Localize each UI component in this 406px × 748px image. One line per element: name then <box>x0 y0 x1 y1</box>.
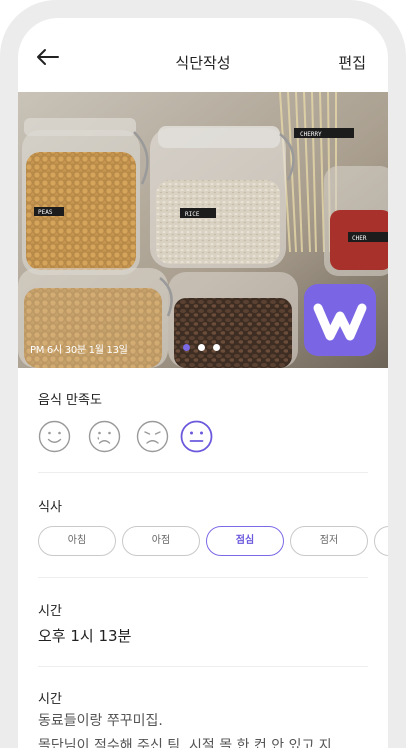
meal-options: 아침 아점 점심 점저 <box>38 526 388 556</box>
phone-frame: 식단작성 편집 PEAS RICE CHERRY CHER PM 6시 30분 … <box>0 0 406 748</box>
w-logo-icon <box>313 303 367 341</box>
meal-photo[interactable]: PEAS RICE CHERRY CHER PM 6시 30분 1월 13일 <box>18 92 388 368</box>
page-title: 식단작성 <box>175 54 231 72</box>
memo-section: 시간 동료들이랑 쭈꾸미집. 몰단님이 적수해 주신 팀. 시절 몰 한 컨 안… <box>38 688 368 748</box>
meal-option-more[interactable] <box>374 526 388 556</box>
divider <box>38 666 368 667</box>
satisfaction-label: 음식 만족도 <box>38 393 102 408</box>
smile-face-icon[interactable] <box>38 420 71 453</box>
memo-line[interactable]: 몰단님이 적수해 주신 팀. 시절 몰 한 컨 안 있고 지 <box>38 736 368 748</box>
meal-section: 식사 <box>38 496 368 515</box>
top-nav: 식단작성 편집 <box>18 18 388 92</box>
memo-label: 시간 <box>38 692 62 707</box>
satisfaction-section: 음식 만족도 <box>38 389 368 408</box>
jar-label-cher: CHER <box>352 235 367 242</box>
pager-dot[interactable] <box>198 344 205 351</box>
edit-button[interactable]: 편집 <box>338 52 366 73</box>
photo-pager[interactable] <box>183 336 228 355</box>
app-screen: 식단작성 편집 PEAS RICE CHERRY CHER PM 6시 30분 … <box>18 18 388 748</box>
jar-label-cherry: CHERRY <box>300 131 322 138</box>
memo-line[interactable]: 동료들이랑 쭈꾸미집. <box>38 711 368 732</box>
jar-label-rice: RICE <box>185 211 200 218</box>
time-section: 시간 오후 1시 13분 <box>38 600 368 646</box>
frown-face-icon[interactable] <box>136 420 169 453</box>
divider <box>38 472 368 473</box>
pager-dot[interactable] <box>213 344 220 351</box>
meal-option-breakfast[interactable]: 아침 <box>38 526 116 556</box>
photo-timestamp: PM 6시 30분 1월 13일 <box>30 345 128 356</box>
jar-label-peas: PEAS <box>38 209 53 216</box>
neutral-face-icon[interactable] <box>180 420 213 453</box>
app-logo <box>304 284 376 356</box>
time-value[interactable]: 오후 1시 13분 <box>38 625 368 646</box>
divider <box>38 577 368 578</box>
pager-dot[interactable] <box>183 344 190 351</box>
meal-option-late-lunch[interactable]: 점저 <box>290 526 368 556</box>
sad-tear-face-icon[interactable] <box>88 420 121 453</box>
meal-label: 식사 <box>38 500 62 515</box>
meal-option-brunch[interactable]: 아점 <box>122 526 200 556</box>
meal-option-lunch[interactable]: 점심 <box>206 526 284 556</box>
time-label: 시간 <box>38 604 62 619</box>
